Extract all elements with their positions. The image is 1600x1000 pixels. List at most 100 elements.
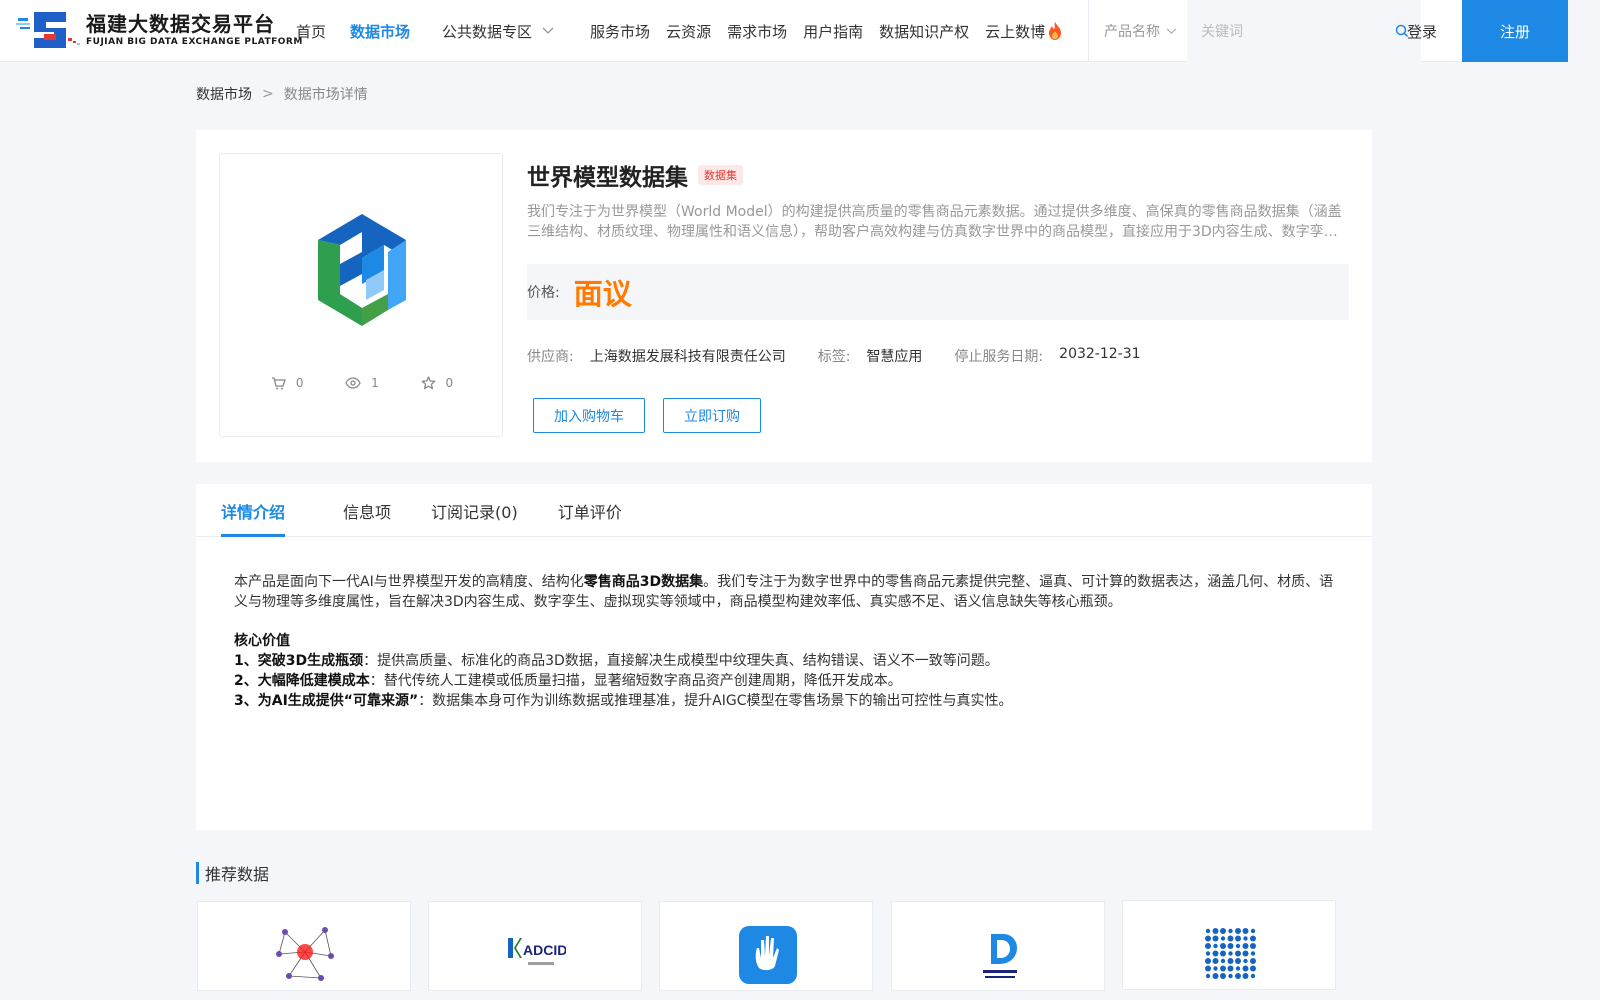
dot xyxy=(1212,958,1219,964)
top-header: 福建大数据交易平台 FUJIAN BIG DATA EXCHANGE PLATF… xyxy=(0,0,1568,62)
price-label: 价格: xyxy=(527,285,560,301)
intro-text-start: 本产品是面向下一代AI与世界模型开发的高精度、结构化 xyxy=(234,574,584,590)
dot xyxy=(1250,958,1256,964)
tab-detail[interactable]: 详情介绍 xyxy=(221,484,286,537)
dot-grid-icon xyxy=(1205,928,1256,979)
add-to-cart-button[interactable]: 加入购物车 xyxy=(533,398,645,433)
tab-subscription-records[interactable]: 订阅记录(0) xyxy=(431,484,518,537)
tab-info-items[interactable]: 信息项 xyxy=(343,484,391,537)
product-type-badge: 数据集 xyxy=(698,165,743,185)
product-actions: 加入购物车 立即订购 xyxy=(533,398,779,433)
recommend-card[interactable] xyxy=(659,901,873,991)
cart-icon xyxy=(271,377,286,390)
platform-logo[interactable]: 福建大数据交易平台 FUJIAN BIG DATA EXCHANGE PLATF… xyxy=(16,8,303,52)
chevron-down-icon xyxy=(542,27,554,34)
logo-title: 福建大数据交易平台 xyxy=(86,12,275,36)
core-point-1: 1、突破3D生成瓶颈：提供高质量、标准化的商品3D数据，直接解决生成模型中纹理失… xyxy=(234,651,1334,671)
price-value: 面议 xyxy=(573,277,632,311)
dot xyxy=(1235,958,1241,964)
dot xyxy=(1212,935,1219,942)
dot xyxy=(1213,966,1218,971)
dot xyxy=(1220,973,1226,979)
dot xyxy=(1205,951,1211,956)
dot xyxy=(1250,943,1256,949)
detail-content: 本产品是面向下一代AI与世界模型开发的高精度、结构化零售商品3D数据集。我们专注… xyxy=(196,537,1372,711)
dot xyxy=(1227,943,1234,949)
product-meta: 供应商: 上海数据发展科技有限责任公司 标签: 智慧应用 停止服务日期: 203… xyxy=(527,346,1349,366)
recommend-card[interactable] xyxy=(197,901,411,991)
recommend-card[interactable] xyxy=(891,901,1105,991)
recommend-card[interactable]: ADCID xyxy=(428,901,642,991)
dot xyxy=(1250,935,1256,942)
star-icon xyxy=(421,376,435,390)
dot xyxy=(1220,958,1226,964)
dot xyxy=(1242,965,1249,972)
core-point-title: 2、大幅降低建模成本 xyxy=(234,673,370,689)
nav-public-data[interactable]: 公共数据专区 xyxy=(442,21,554,42)
adcid-logo-icon: ADCID xyxy=(508,938,566,965)
dot xyxy=(1220,936,1226,941)
dot xyxy=(1227,965,1234,972)
core-point-text: ：替代传统人工建模或低质量扫描，显著缩短数字商品资产创建周期，降低开发成本。 xyxy=(369,673,902,689)
logo-subtitle: FUJIAN BIG DATA EXCHANGE PLATFORM xyxy=(86,37,303,47)
intro-highlight: 零售商品3D数据集 xyxy=(583,574,704,590)
detail-card: 详情介绍 信息项 订阅记录(0) 订单评价 本产品是面向下一代AI与世界模型开发… xyxy=(196,484,1372,830)
recommend-card[interactable] xyxy=(1122,900,1336,990)
nav-data-ip[interactable]: 数据知识产权 xyxy=(879,21,969,42)
nav-data-market[interactable]: 数据市场 xyxy=(350,21,410,42)
nav-home[interactable]: 首页 xyxy=(296,21,326,42)
dot xyxy=(1235,966,1241,971)
search-input[interactable] xyxy=(1187,0,1383,62)
nav-cloud-expo[interactable]: 云上数博 xyxy=(985,21,1062,42)
dot xyxy=(1205,935,1211,942)
favorite-count-value: 0 xyxy=(445,376,454,390)
dot xyxy=(1250,965,1256,972)
nav-cloud-resource[interactable]: 云资源 xyxy=(666,21,711,42)
main-nav: 首页 数据市场 公共数据专区 服务市场 云资源 需求市场 用户指南 数据知识产权… xyxy=(284,0,1074,62)
dot xyxy=(1213,943,1218,949)
search-area: 产品名称 xyxy=(1088,0,1421,62)
dot xyxy=(1205,958,1211,964)
nav-demand-market[interactable]: 需求市场 xyxy=(727,21,787,42)
price-box: 价格: 面议 xyxy=(527,264,1349,320)
nav-service-market[interactable]: 服务市场 xyxy=(590,21,650,42)
register-button[interactable]: 注册 xyxy=(1462,0,1568,62)
dot xyxy=(1242,928,1249,934)
d-logo-icon xyxy=(983,934,1017,978)
dot xyxy=(1212,950,1219,957)
favorite-count[interactable]: 0 xyxy=(421,376,454,390)
dot xyxy=(1228,928,1233,934)
dot xyxy=(1235,973,1241,979)
subscribe-button[interactable]: 立即订购 xyxy=(663,398,761,433)
tab-order-reviews[interactable]: 订单评价 xyxy=(558,484,622,537)
dot xyxy=(1250,951,1256,956)
supplier-label: 供应商: xyxy=(527,349,574,365)
recommend-heading: 推荐数据 xyxy=(196,862,269,884)
dot xyxy=(1235,950,1241,957)
core-point-title: 3、为AI生成提供“可靠来源” xyxy=(234,693,419,709)
dot xyxy=(1227,935,1234,942)
chevron-down-icon xyxy=(1166,27,1177,34)
dot xyxy=(1243,936,1248,941)
flame-icon xyxy=(1049,22,1062,40)
view-count-value: 1 xyxy=(371,376,379,390)
product-info: 世界模型数据集 数据集 我们专注于为世界模型（World Model）的构建提供… xyxy=(527,158,1349,366)
supplier-value: 上海数据发展科技有限责任公司 xyxy=(589,349,786,365)
core-point-title: 1、突破3D生成瓶颈 xyxy=(234,653,364,669)
breadcrumb-data-market[interactable]: 数据市场 xyxy=(196,84,252,104)
dot xyxy=(1205,943,1211,949)
nav-user-guide[interactable]: 用户指南 xyxy=(803,21,863,42)
login-button[interactable]: 登录 xyxy=(1382,0,1462,62)
dot xyxy=(1235,928,1241,934)
dot xyxy=(1205,973,1211,979)
end-date-value: 2032-12-31 xyxy=(1059,346,1141,362)
product-logo-icon xyxy=(318,214,406,326)
breadcrumb-separator: > xyxy=(262,86,274,102)
search-type-select[interactable]: 产品名称 xyxy=(1089,0,1187,62)
breadcrumb-current: 数据市场详情 xyxy=(283,87,368,103)
dot xyxy=(1220,928,1226,934)
cart-count: 0 xyxy=(271,376,303,390)
product-title: 世界模型数据集 xyxy=(527,165,688,191)
product-stats: 0 1 0 xyxy=(220,376,504,390)
nav-public-data-label: 公共数据专区 xyxy=(442,22,533,41)
